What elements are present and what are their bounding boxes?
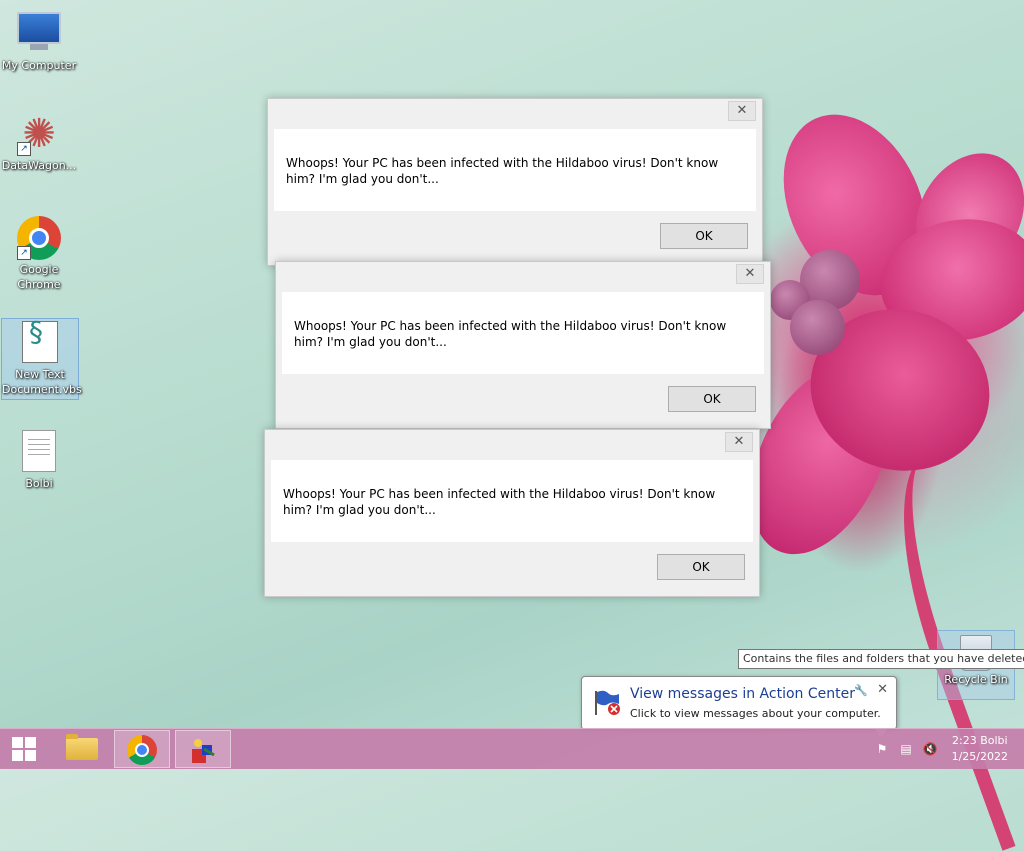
clock[interactable]: 2:23 Bolbi 1/25/2022	[952, 733, 1008, 765]
chrome-icon: ↗	[17, 216, 61, 260]
virus-message-dialog: ✕ Whoops! Your PC has been infected with…	[264, 429, 760, 597]
chrome-icon	[127, 735, 157, 765]
close-button[interactable]: ✕	[725, 432, 753, 452]
dialog-message-area: Whoops! Your PC has been infected with t…	[271, 460, 753, 542]
desktop-icon-label: New Text Document.vbs	[2, 368, 82, 396]
recycle-bin-tooltip: Contains the files and folders that you …	[738, 649, 1024, 669]
action-center-flag-icon	[595, 690, 620, 715]
windows-logo-icon	[12, 737, 36, 761]
wrench-icon[interactable]: 🔧	[854, 684, 868, 697]
datawagon-icon: ✺ ↗	[17, 112, 61, 156]
clock-time: 2:23 Bolbi	[952, 734, 1008, 747]
virus-message-dialog: ✕ Whoops! Your PC has been infected with…	[275, 261, 771, 429]
dialog-message: Whoops! Your PC has been infected with t…	[286, 156, 719, 186]
start-button[interactable]	[0, 729, 46, 769]
desktop-icon-label: DataWagon...	[1, 159, 77, 172]
vbs-script-icon	[18, 321, 62, 365]
ok-button[interactable]: OK	[660, 223, 748, 249]
taskbar: ⚑ ▤ 🔇 2:23 Bolbi 1/25/2022	[0, 728, 1024, 769]
text-file-icon	[17, 430, 61, 474]
ok-button[interactable]: OK	[668, 386, 756, 412]
action-center-balloon[interactable]: View messages in Action Center Click to …	[581, 676, 897, 730]
balloon-close-button[interactable]: ✕	[877, 682, 888, 697]
dialog-message: Whoops! Your PC has been infected with t…	[294, 319, 727, 349]
desktop-icon-bolbi[interactable]: Bolbi	[1, 428, 77, 491]
taskbar-app[interactable]	[175, 730, 231, 768]
close-button[interactable]: ✕	[736, 264, 764, 284]
desktop-icon-label: Bolbi	[25, 477, 53, 490]
dialog-message: Whoops! Your PC has been infected with t…	[283, 487, 716, 517]
balloon-title: View messages in Action Center	[630, 686, 855, 702]
folder-icon	[66, 734, 98, 760]
desktop-icon-google-chrome[interactable]: ↗ Google Chrome	[1, 216, 77, 292]
clock-date: 1/25/2022	[951, 750, 1008, 763]
desktop-icon-datawagon[interactable]: ✺ ↗ DataWagon...	[1, 112, 77, 173]
virus-message-dialog: ✕ Whoops! Your PC has been infected with…	[267, 98, 763, 266]
ok-button[interactable]: OK	[657, 554, 745, 580]
desktop-icon-new-text-document-vbs[interactable]: New Text Document.vbs	[1, 318, 82, 400]
desktop-icon-label: Google Chrome	[17, 263, 61, 291]
close-button[interactable]: ✕	[728, 101, 756, 121]
shortcut-arrow-icon: ↗	[17, 246, 31, 260]
app-icon	[192, 739, 215, 763]
taskbar-file-explorer[interactable]	[54, 730, 110, 768]
action-center-flag-icon[interactable]: ⚑	[874, 741, 890, 757]
desktop-icon-my-computer[interactable]: My Computer	[1, 8, 77, 73]
volume-muted-icon[interactable]: 🔇	[922, 741, 938, 757]
taskbar-google-chrome[interactable]	[114, 730, 170, 768]
dialog-message-area: Whoops! Your PC has been infected with t…	[282, 292, 764, 374]
network-icon[interactable]: ▤	[898, 741, 914, 757]
computer-icon	[17, 12, 61, 56]
balloon-text: Click to view messages about your comput…	[630, 707, 881, 720]
dialog-message-area: Whoops! Your PC has been infected with t…	[274, 129, 756, 211]
shortcut-arrow-icon: ↗	[17, 142, 31, 156]
desktop-icon-label: Recycle Bin	[944, 673, 1008, 686]
desktop-icon-label: My Computer	[1, 59, 77, 72]
